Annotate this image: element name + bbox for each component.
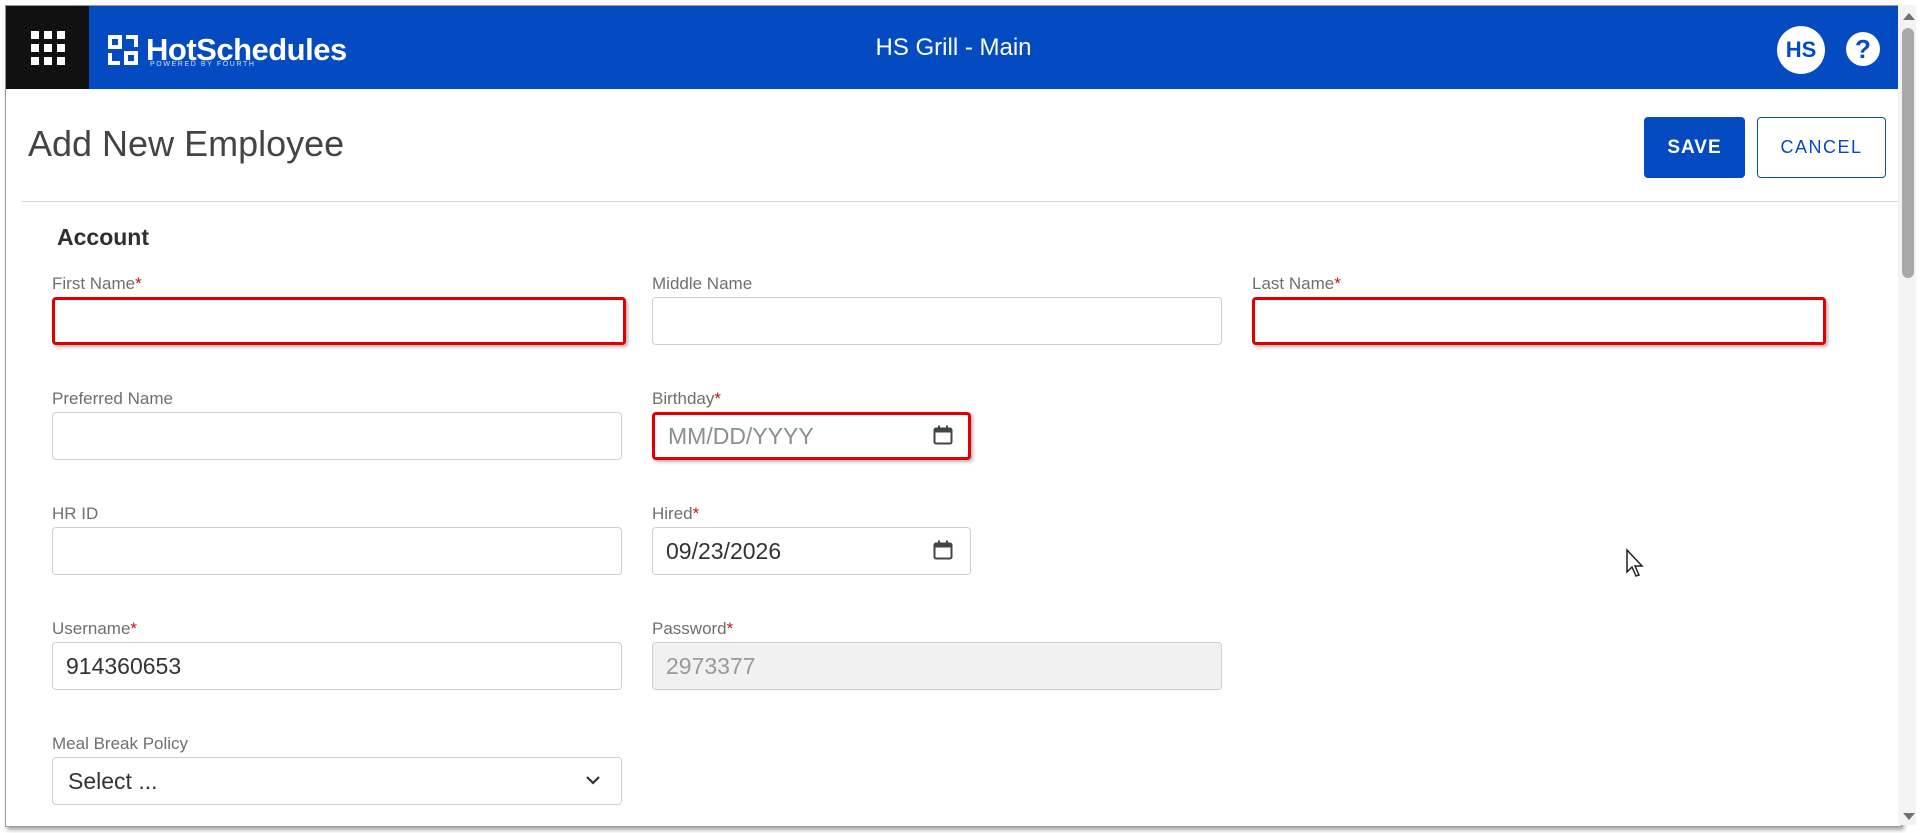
last-name-input[interactable] <box>1252 297 1826 345</box>
preferred-name-input[interactable] <box>52 412 622 460</box>
app-window: HotSchedules POWERED BY FOURTH HS Grill … <box>5 5 1902 827</box>
hr-id-input[interactable] <box>52 527 622 575</box>
page-title: Add New Employee <box>28 123 345 164</box>
scroll-up-arrow-icon[interactable] <box>1903 13 1915 20</box>
birthday-input[interactable] <box>652 412 971 460</box>
section-title-account: Account <box>57 224 149 250</box>
hired-label: Hired* <box>652 504 700 523</box>
birthday-field: Birthday* <box>652 389 971 460</box>
first-name-field: First Name* <box>52 274 626 345</box>
meal-break-policy-field: Meal Break Policy Select ... <box>52 734 622 805</box>
scroll-down-arrow-icon[interactable] <box>1903 813 1915 820</box>
hired-input[interactable] <box>652 527 971 575</box>
first-name-label: First Name* <box>52 274 142 293</box>
middle-name-input[interactable] <box>652 297 1222 345</box>
preferred-name-label: Preferred Name <box>52 389 173 408</box>
last-name-field: Last Name* <box>1252 274 1826 345</box>
save-button[interactable]: SAVE <box>1644 117 1745 178</box>
last-name-label: Last Name* <box>1252 274 1341 293</box>
cancel-button[interactable]: CANCEL <box>1757 117 1886 178</box>
mouse-cursor-icon <box>1626 548 1644 577</box>
calendar-icon[interactable] <box>933 425 953 445</box>
chevron-down-icon <box>586 776 600 785</box>
hired-date-picker <box>652 527 971 575</box>
middle-name-label: Middle Name <box>652 274 753 293</box>
password-input <box>652 642 1222 690</box>
meal-break-policy-label: Meal Break Policy <box>52 734 189 753</box>
store-name: HS Grill - Main <box>875 34 1032 61</box>
hired-field: Hired* <box>652 504 971 575</box>
header-divider <box>22 201 1898 202</box>
username-field: Username* <box>52 619 622 690</box>
password-field: Password* <box>652 619 1222 690</box>
meal-break-policy-select[interactable]: Select ... <box>52 757 622 805</box>
first-name-input[interactable] <box>52 297 626 345</box>
scrollbar-thumb[interactable] <box>1902 28 1914 278</box>
hr-id-field: HR ID <box>52 504 622 575</box>
username-input[interactable] <box>52 642 622 690</box>
middle-name-field: Middle Name <box>652 274 1222 345</box>
hr-id-label: HR ID <box>52 504 99 523</box>
help-icon[interactable]: ? <box>1846 32 1880 66</box>
preferred-name-field: Preferred Name <box>52 389 622 460</box>
username-label: Username* <box>52 619 138 638</box>
birthday-label: Birthday* <box>652 389 721 408</box>
meal-break-policy-selected-value[interactable]: Select ... <box>52 757 622 805</box>
brand-tagline: POWERED BY FOURTH <box>150 61 256 68</box>
user-avatar[interactable]: HS <box>1777 26 1825 74</box>
calendar-icon[interactable] <box>933 540 953 560</box>
birthday-date-picker <box>652 412 971 460</box>
top-navigation-bar: HotSchedules POWERED BY FOURTH HS Grill … <box>6 6 1901 89</box>
password-label: Password* <box>652 619 734 638</box>
